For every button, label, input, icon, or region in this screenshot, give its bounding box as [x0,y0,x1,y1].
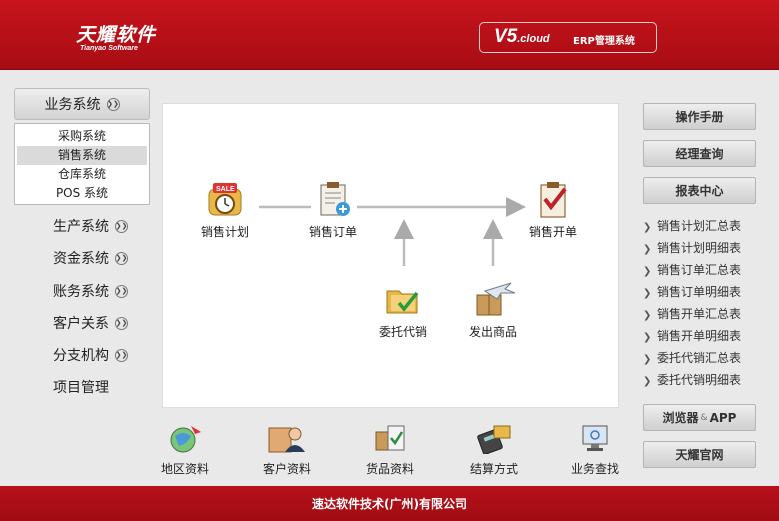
business-system-label: 业务系统 [44,97,101,113]
browser-app-button[interactable]: 浏览器 & APP [643,404,756,431]
folder-check-icon [386,290,419,314]
report-link[interactable]: ❯ 销售计划明细表 [643,237,763,259]
sidebar-item-funds[interactable]: 资金系统 ❯❯ [53,248,128,268]
business-submenu: 采购系统 销售系统 仓库系统 POS 系统 [14,123,150,205]
version-badge: V5.cloud ERP管理系统 [479,22,657,53]
chevron-right-icon: ❯ [643,332,652,343]
shortcut-payment[interactable]: 结算方式 [470,422,518,477]
report-link[interactable]: ❯ 委托代销明细表 [643,369,763,391]
report-list: ❯ 销售计划汇总表 ❯ 销售计划明细表 ❯ 销售订单汇总表 ❯ 销售订单明细表 ❯ 销售开… [643,215,763,391]
monitor-search-icon [582,425,608,451]
sidebar-item-production[interactable]: 生产系统 ❯❯ [53,216,128,236]
order-document-icon [320,182,350,216]
report-link[interactable]: ❯ 销售订单汇总表 [643,259,763,281]
report-link[interactable]: ❯ 委托代销汇总表 [643,347,763,369]
chevron-right-icon: ❯ [643,376,652,387]
manual-button[interactable]: 操作手册 [643,103,756,130]
official-site-button[interactable]: 天耀官网 [643,441,756,468]
sale-clock-icon: SALE [208,183,242,216]
globe-icon [170,426,201,453]
flow-sales-order[interactable]: 销售订单 [309,179,357,240]
sidebar-item-accounting[interactable]: 账务系统 ❯❯ [53,281,128,301]
clipboard-check-icon [540,182,567,218]
chevron-down-icon: ❯❯ [115,251,128,265]
report-center-button[interactable]: 报表中心 [643,177,756,204]
report-link[interactable]: ❯ 销售计划汇总表 [643,215,763,237]
shortcut-customers[interactable]: 客户资料 [263,422,311,477]
product-name: ERP管理系统 [573,36,635,47]
chevron-down-icon: ❯❯ [115,316,128,330]
chevron-down-icon: ❯❯ [115,219,128,233]
goods-box-icon [375,425,405,451]
chevron-right-icon: ❯ [643,288,652,299]
header-bar: 天耀软件 Tianyao Software V5.cloud ERP管理系统 [0,0,779,70]
shortcut-search[interactable]: 业务查找 [571,422,619,477]
business-system-button[interactable]: 业务系统 ❯❯ [14,88,150,120]
version-label: V5.cloud [494,26,550,47]
shortcut-region[interactable]: 地区资料 [161,422,209,477]
sidebar-item-branches[interactable]: 分支机构 ❯❯ [53,345,128,365]
chevron-down-icon: ❯❯ [115,348,128,362]
report-link[interactable]: ❯ 销售开单汇总表 [643,303,763,325]
card-terminal-icon [477,425,511,454]
submenu-item-purchase[interactable]: 采购系统 [17,127,147,146]
chevron-right-icon: ❯ [643,354,652,365]
logo-cn: 天耀软件 [76,24,157,46]
footer-bar: 速达软件技术(广州)有限公司 [0,486,779,521]
customer-card-icon [268,427,305,453]
box-plane-icon [476,282,515,316]
chevron-right-icon: ❯ [643,244,652,255]
flow-shipped-goods[interactable]: 发出商品 [469,279,517,340]
manager-query-button[interactable]: 经理查询 [643,140,756,167]
flow-sales-invoice[interactable]: 销售开单 [529,179,577,240]
report-link[interactable]: ❯ 销售订单明细表 [643,281,763,303]
flow-arrows [259,197,526,266]
company-name: 速达软件技术(广州)有限公司 [312,497,467,511]
chevron-right-icon: ❯ [643,310,652,321]
submenu-item-pos[interactable]: POS 系统 [17,184,147,203]
chevron-down-icon: ❯❯ [106,97,120,111]
sidebar-item-projects[interactable]: 项目管理 [53,377,109,397]
company-logo: 天耀软件 Tianyao Software [76,20,156,52]
chevron-down-icon: ❯❯ [115,284,128,298]
submenu-item-warehouse[interactable]: 仓库系统 [17,165,147,184]
flow-consignment[interactable]: 委托代销 [379,279,427,340]
chevron-right-icon: ❯ [643,266,652,277]
chevron-right-icon: ❯ [643,222,652,233]
report-link[interactable]: ❯ 销售开单明细表 [643,325,763,347]
sales-flow-panel: SALE 销售计划 销售订单 销售开单 委托代销 发出商品 [162,103,619,408]
sidebar-item-crm[interactable]: 客户关系 ❯❯ [53,313,128,333]
shortcut-goods[interactable]: 货品资料 [366,422,414,477]
svg-text:SALE: SALE [216,186,235,193]
submenu-item-sales[interactable]: 销售系统 [17,146,147,165]
flow-sales-plan[interactable]: SALE 销售计划 [201,179,249,240]
